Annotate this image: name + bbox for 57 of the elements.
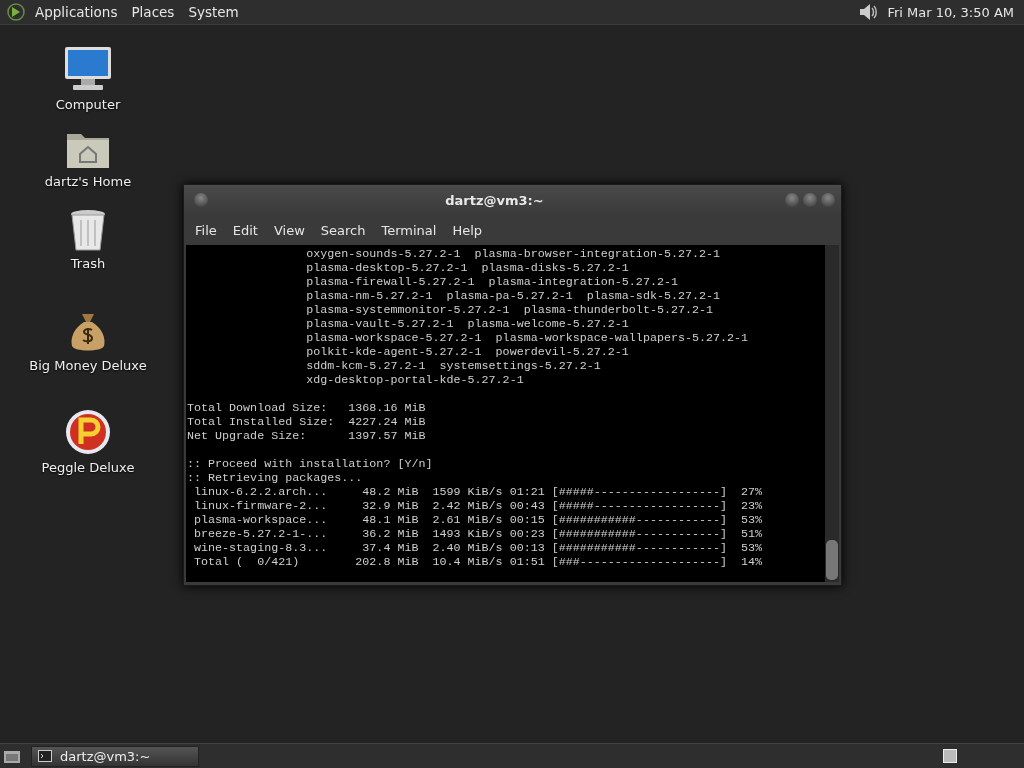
trash-icon xyxy=(69,208,107,252)
terminal-line: :: Retrieving packages... xyxy=(187,471,364,485)
desktop-icon-label: Computer xyxy=(55,97,121,112)
maximize-button[interactable] xyxy=(803,193,817,207)
terminal-line: linux-6.2.2.arch... 48.2 MiB 1599 KiB/s 01:21 [#####------------------] 27% xyxy=(193,485,764,499)
terminal-line: breeze-5.27.2-1-... 36.2 MiB 1493 KiB/s 00:23 [###########------------] 51% xyxy=(193,527,764,541)
minimize-button[interactable] xyxy=(785,193,799,207)
menu-item[interactable]: Search xyxy=(313,222,373,238)
terminal-line: plasma-workspace... 48.1 MiB 2.61 MiB/s 00:15 [###########------------] 53% xyxy=(193,513,764,527)
terminal-line: plasma-nm-5.27.2-1 plasma-pa-5.27.2-1 plasma-sdk-5.27.2-1 xyxy=(305,289,722,303)
desktop-icon[interactable]: Big Money Deluxe xyxy=(18,310,158,373)
terminal-line: wine-staging-8.3... 37.4 MiB 2.40 MiB/s 00:13 [###########------------] 53% xyxy=(193,541,764,555)
menu-item[interactable]: File xyxy=(188,222,224,238)
desktop-icon-label: dartz's Home xyxy=(44,174,132,189)
menu-item[interactable]: Terminal xyxy=(374,222,444,238)
terminal-line: plasma-vault-5.27.2-1 plasma-welcome-5.27.2-1 xyxy=(305,317,630,331)
terminal-line: plasma-systemmonitor-5.27.2-1 plasma-thunderbolt-5.27.2-1 xyxy=(305,303,715,317)
peggle-ball-icon xyxy=(64,408,112,456)
workspace-switcher[interactable] xyxy=(943,749,957,763)
taskbar-button[interactable]: dartz@vm3:~ xyxy=(31,745,199,767)
menu-item[interactable]: View xyxy=(266,222,312,238)
window-title: dartz@vm3:~ xyxy=(444,192,545,208)
show-desktop-icon[interactable] xyxy=(3,748,21,764)
terminal-line: oxygen-sounds-5.27.2-1 plasma-browser-integration-5.27.2-1 xyxy=(305,247,722,261)
desktop-icon-label: Peggle Deluxe xyxy=(41,460,135,475)
terminal-line: :: Proceed with installation? [Y/n] xyxy=(187,457,434,471)
desktop-icon[interactable]: dartz's Home xyxy=(18,128,158,189)
close-button[interactable] xyxy=(821,193,835,207)
terminal-line: Total Download Size: 1368.16 MiB xyxy=(187,401,427,415)
terminal-line: polkit-kde-agent-5.27.2-1 powerdevil-5.27.2-1 xyxy=(305,345,630,359)
clock[interactable]: Fri Mar 10, 3:50 AM xyxy=(883,4,1018,20)
desktop-icon-label: Big Money Deluxe xyxy=(29,358,147,373)
terminal-line: plasma-workspace-5.27.2-1 plasma-workspace-wallpapers-5.27.2-1 xyxy=(305,331,750,345)
terminal-line: Total ( 0/421) 202.8 MiB 10.4 MiB/s 01:51 [###--------------------] 14% xyxy=(193,555,764,569)
terminal-line: xdg-desktop-portal-kde-5.27.2-1 xyxy=(305,373,525,387)
menu-item[interactable]: Edit xyxy=(225,222,265,238)
scrollbar-thumb[interactable] xyxy=(826,540,838,580)
terminal-line: Total Installed Size: 4227.24 MiB xyxy=(187,415,427,429)
speaker-icon[interactable] xyxy=(857,2,880,22)
terminal-icon xyxy=(38,750,52,762)
terminal-line: plasma-desktop-5.27.2-1 plasma-disks-5.27.2-1 xyxy=(305,261,630,275)
desktop-icon-label: Trash xyxy=(70,256,106,271)
terminal-line: sddm-kcm-5.27.2-1 systemsettings-5.27.2-1 xyxy=(305,359,602,373)
distro-logo-icon[interactable] xyxy=(6,2,26,22)
terminal-line: linux-firmware-2... 32.9 MiB 2.42 MiB/s 00:43 [#####------------------] 23% xyxy=(193,499,764,513)
scrollbar[interactable] xyxy=(825,245,839,582)
panel-menu[interactable]: Places xyxy=(126,4,180,20)
computer-icon xyxy=(63,45,113,93)
terminal-line: Net Upgrade Size: 1397.57 MiB xyxy=(187,429,427,443)
desktop-icon[interactable]: Computer xyxy=(18,45,158,112)
desktop-icon[interactable]: Peggle Deluxe xyxy=(18,408,158,475)
panel-menu[interactable]: System xyxy=(183,4,244,20)
menu-item[interactable]: Help xyxy=(445,222,490,238)
desktop-icon[interactable]: Trash xyxy=(18,208,158,271)
window-menu-button[interactable] xyxy=(194,193,208,207)
panel-menu[interactable]: Applications xyxy=(30,4,123,20)
terminal-line: plasma-firewall-5.27.2-1 plasma-integration-5.27.2-1 xyxy=(305,275,679,289)
